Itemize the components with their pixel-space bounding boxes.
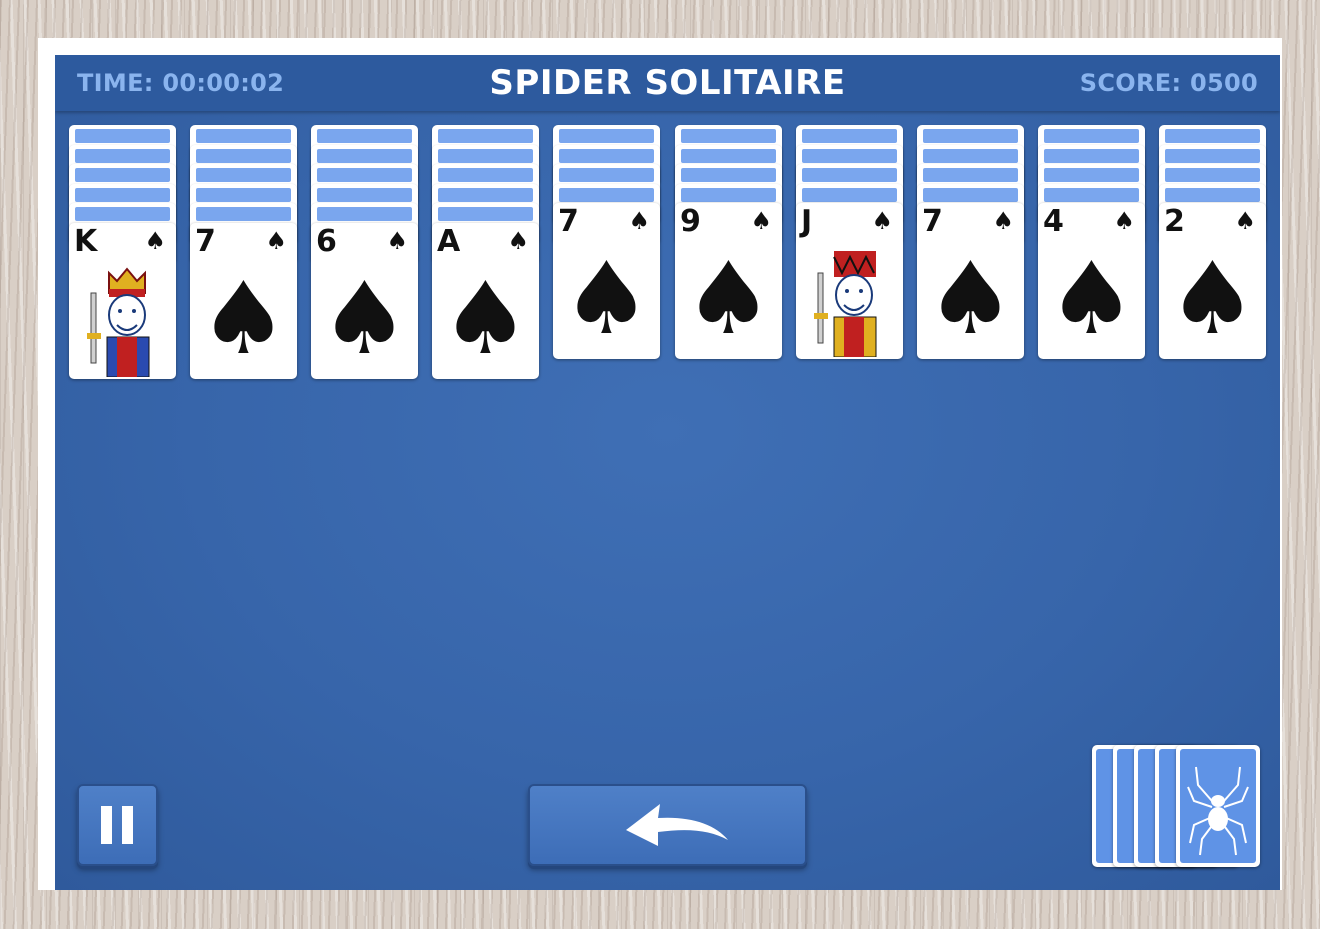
card-rank: 4	[1043, 204, 1064, 239]
large-spade-icon: ♠	[561, 240, 652, 357]
jack-figure-icon	[814, 251, 877, 357]
undo-arrow-icon	[626, 804, 728, 846]
large-spade-icon: ♠	[1167, 240, 1258, 357]
card-rank: J	[801, 204, 813, 239]
spade-icon: ♠	[144, 226, 166, 255]
face-up-card[interactable]: 9 ♠ ♠	[675, 203, 782, 359]
large-spade-icon: ♠	[319, 259, 410, 377]
large-spade-icon: ♠	[1046, 240, 1137, 357]
game-table: TIME: 00:00:02 SPIDER SOLITAIRE SCORE: 0…	[55, 55, 1280, 890]
card-rank: 7	[558, 204, 579, 239]
face-up-card[interactable]: A ♠ ♠	[432, 222, 539, 379]
face-up-card[interactable]: 7 ♠ ♠	[190, 222, 297, 379]
spade-icon: ♠	[628, 207, 650, 235]
large-spade-icon: ♠	[440, 259, 531, 377]
pause-button[interactable]	[77, 784, 158, 866]
spade-icon: ♠	[1234, 207, 1256, 235]
top-bar: TIME: 00:00:02 SPIDER SOLITAIRE SCORE: 0…	[55, 55, 1280, 111]
face-up-card[interactable]: 2 ♠ ♠	[1159, 203, 1266, 359]
spade-icon: ♠	[386, 226, 408, 255]
card-rank: 7	[922, 204, 943, 239]
card-rank: 6	[316, 223, 337, 259]
spade-icon: ♠	[750, 207, 772, 235]
spade-icon: ♠	[992, 207, 1014, 235]
card-rank: 2	[1164, 204, 1185, 239]
pause-icon	[101, 806, 133, 844]
card-rank: A	[437, 223, 461, 259]
face-up-card[interactable]: 7 ♠ ♠	[917, 203, 1024, 359]
card-rank: 7	[195, 223, 216, 259]
card-rank: 9	[680, 204, 701, 239]
card-rank: K	[74, 223, 98, 259]
face-up-card[interactable]: 6 ♠ ♠	[311, 222, 418, 379]
spade-icon: ♠	[871, 207, 893, 235]
stock-card[interactable]	[1176, 745, 1260, 867]
spade-icon: ♠	[265, 226, 287, 255]
large-spade-icon: ♠	[925, 240, 1016, 357]
face-up-card[interactable]: 7 ♠ ♠	[553, 203, 660, 359]
face-up-card[interactable]: J ♠	[796, 203, 903, 359]
spade-icon: ♠	[507, 226, 529, 255]
large-spade-icon: ♠	[198, 259, 289, 377]
face-up-card[interactable]: K ♠	[69, 222, 176, 379]
face-up-card[interactable]: 4 ♠ ♠	[1038, 203, 1145, 359]
score-label: SCORE: 0500	[1079, 69, 1258, 97]
king-figure-icon	[87, 266, 150, 377]
spider-icon	[1187, 766, 1249, 856]
stock-pile[interactable]	[1092, 745, 1264, 871]
spade-icon: ♠	[1113, 207, 1135, 235]
undo-button[interactable]	[528, 784, 807, 866]
large-spade-icon: ♠	[683, 240, 774, 357]
